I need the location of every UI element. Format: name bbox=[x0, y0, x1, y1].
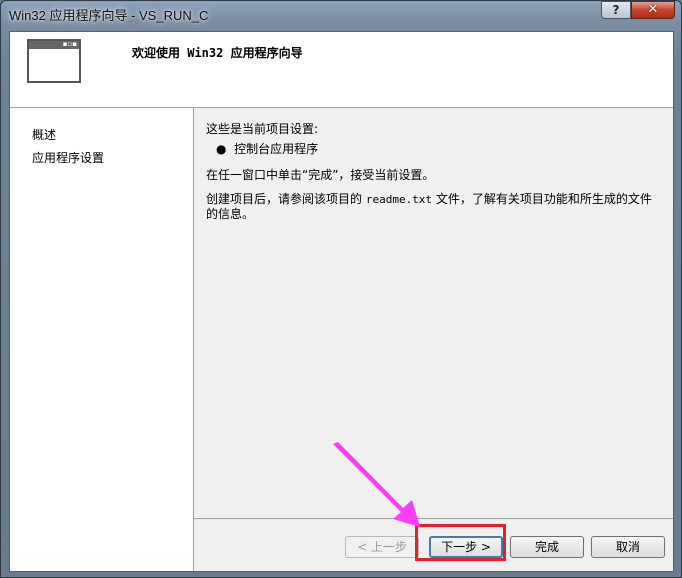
readme-hint-pre: 创建项目后，请参阅该项目的 bbox=[206, 192, 366, 206]
next-button-highlight-box bbox=[415, 524, 506, 561]
title-bar[interactable]: Win32 应用程序向导 - VS_RUN_C ? ✕ bbox=[1, 1, 682, 31]
readme-hint-text: 创建项目后，请参阅该项目的 readme.txt 文件，了解有关项目功能和所生成… bbox=[206, 192, 656, 221]
window-icon: ▪▫▪ bbox=[27, 39, 81, 83]
wizard-sidebar: 概述 应用程序设置 bbox=[10, 108, 194, 571]
cancel-button[interactable]: 取消 bbox=[591, 536, 665, 558]
wizard-header: ▪▫▪ 欢迎使用 Win32 应用程序向导 bbox=[10, 32, 673, 108]
window-title: Win32 应用程序向导 - VS_RUN_C bbox=[9, 8, 209, 23]
wizard-window: Win32 应用程序向导 - VS_RUN_C ? ✕ ▪▫▪ 欢迎使用 Win… bbox=[0, 0, 682, 578]
settings-bullet-item: ● 控制台应用程序 bbox=[216, 142, 319, 156]
wizard-content: 这些是当前项目设置: ● 控制台应用程序 在任一窗口中单击“完成”，接受当前设置… bbox=[194, 108, 673, 519]
help-button[interactable]: ? bbox=[601, 1, 631, 19]
finish-button[interactable]: 完成 bbox=[510, 536, 584, 558]
sidebar-item-application-settings[interactable]: 应用程序设置 bbox=[32, 149, 104, 166]
back-button[interactable]: < 上一步 bbox=[345, 536, 419, 558]
wizard-client-area: ▪▫▪ 欢迎使用 Win32 应用程序向导 概述 应用程序设置 这些是当前项目设… bbox=[9, 31, 674, 572]
close-icon: ✕ bbox=[647, 2, 659, 17]
bullet-text: 控制台应用程序 bbox=[234, 142, 319, 156]
sidebar-item-overview[interactable]: 概述 bbox=[32, 126, 56, 143]
settings-intro-text: 这些是当前项目设置: bbox=[206, 122, 319, 136]
page-title: 欢迎使用 Win32 应用程序向导 bbox=[132, 46, 303, 60]
finish-hint-text: 在任一窗口中单击“完成”，接受当前设置。 bbox=[206, 168, 435, 182]
readme-filename: readme.txt bbox=[365, 193, 433, 206]
close-button[interactable]: ✕ bbox=[631, 1, 675, 19]
